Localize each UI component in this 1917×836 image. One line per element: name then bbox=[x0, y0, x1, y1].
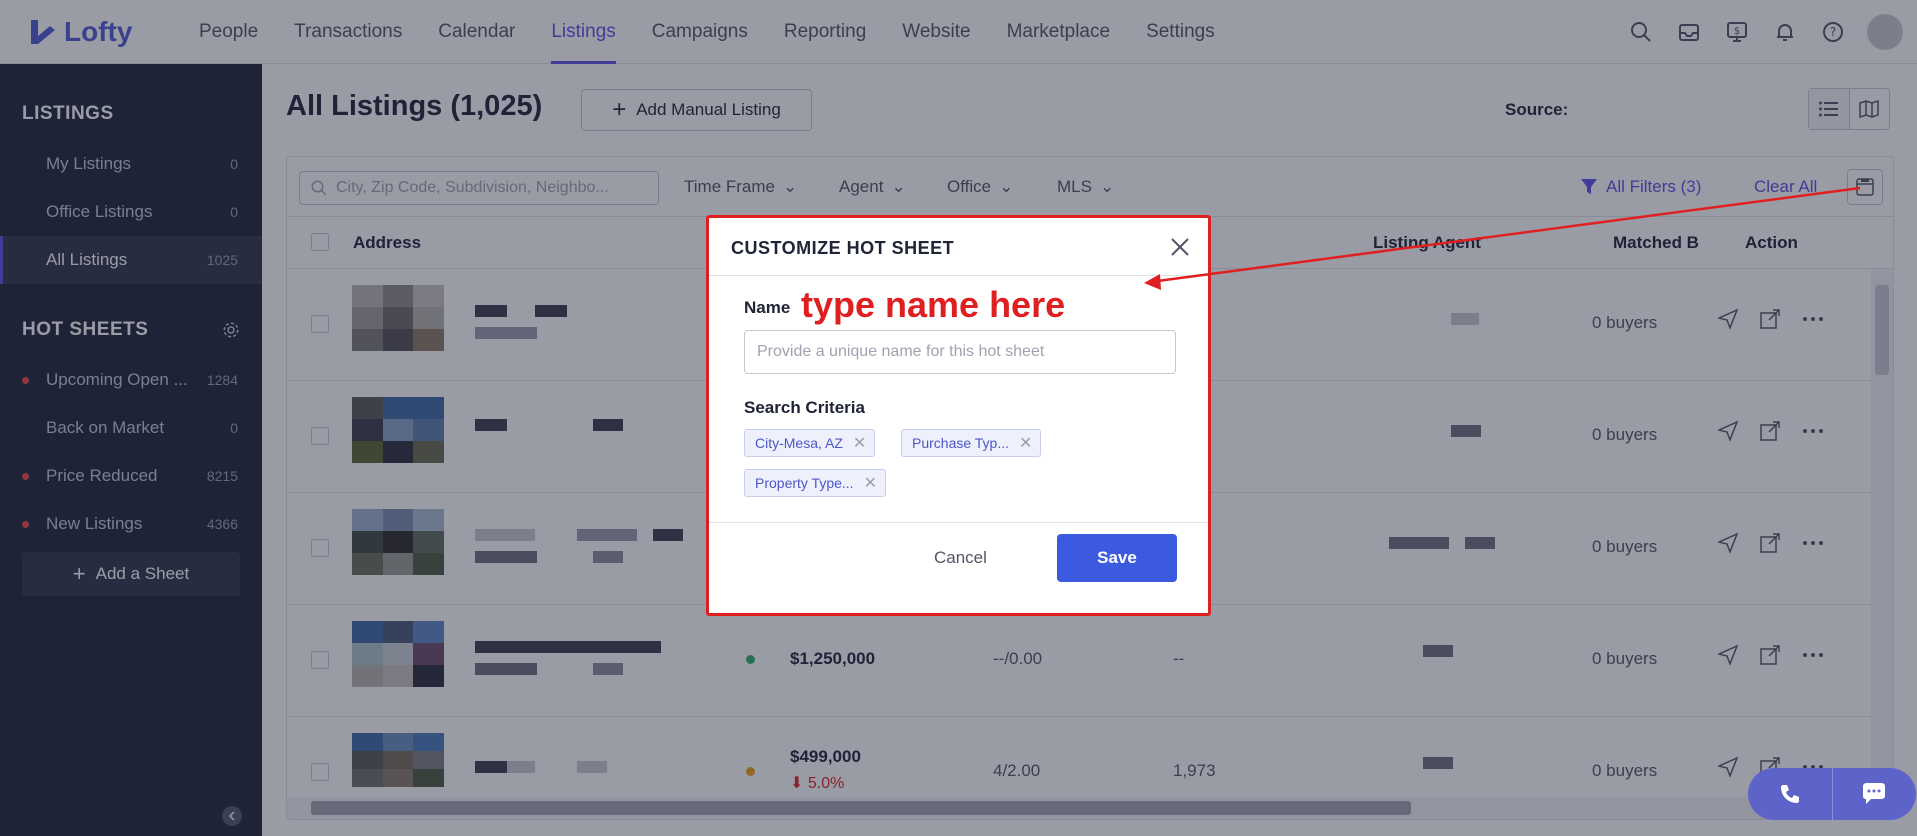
chip-label: City-Mesa, AZ bbox=[755, 435, 843, 451]
close-icon[interactable]: ✕ bbox=[853, 433, 866, 453]
annotation-label: type name here bbox=[801, 284, 1066, 325]
close-icon[interactable] bbox=[1167, 234, 1193, 260]
close-icon[interactable]: ✕ bbox=[864, 473, 877, 493]
save-button[interactable]: Save bbox=[1057, 534, 1177, 582]
name-label: Name bbox=[744, 298, 791, 317]
criteria-chip: Property Type... ✕ bbox=[744, 469, 886, 497]
chip-label: Purchase Typ... bbox=[912, 435, 1010, 451]
contact-widget bbox=[1748, 768, 1916, 820]
close-icon[interactable]: ✕ bbox=[1019, 433, 1032, 453]
divider bbox=[709, 522, 1208, 523]
chip-label: Property Type... bbox=[755, 475, 854, 491]
criteria-chip: City-Mesa, AZ ✕ bbox=[744, 429, 876, 457]
criteria-chip: Purchase Typ... ✕ bbox=[901, 429, 1042, 457]
search-criteria-label: Search Criteria bbox=[744, 398, 865, 417]
name-input-placeholder: Provide a unique name for this hot sheet bbox=[757, 343, 1045, 360]
divider bbox=[709, 275, 1208, 276]
customize-hotsheet-dialog: CUSTOMIZE HOT SHEET Name type name here … bbox=[706, 215, 1211, 616]
chat-icon[interactable] bbox=[1833, 768, 1917, 820]
phone-icon[interactable] bbox=[1748, 768, 1833, 820]
dialog-title: CUSTOMIZE HOT SHEET bbox=[731, 238, 955, 258]
hotsheet-name-input[interactable]: Provide a unique name for this hot sheet bbox=[744, 330, 1176, 374]
cancel-button[interactable]: Cancel bbox=[934, 548, 987, 568]
